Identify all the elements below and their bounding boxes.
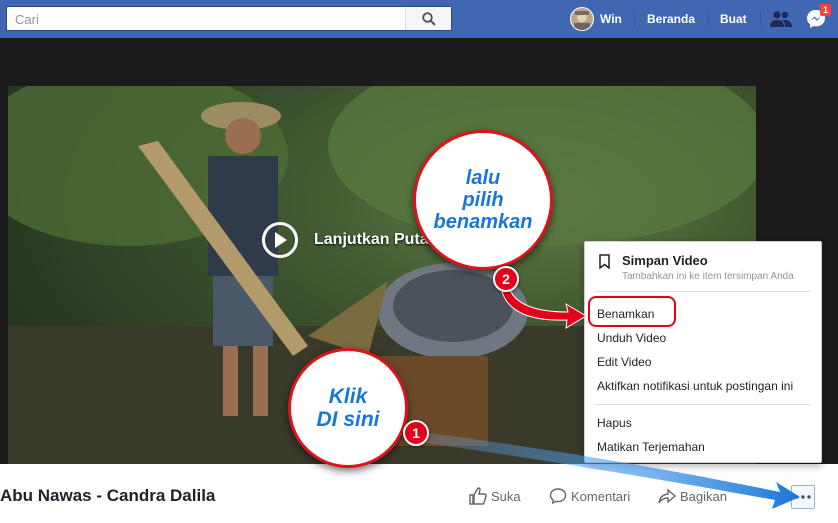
thumbs-up-icon: [469, 487, 487, 505]
nav-home[interactable]: Beranda: [647, 0, 695, 38]
comment-icon: [549, 488, 567, 505]
menu-divider: [595, 291, 811, 292]
annotation-bubble-choose-embed: lalu pilih benamkan: [413, 130, 553, 270]
bubble2-line1: lalu: [465, 167, 501, 189]
menu-item-download[interactable]: Unduh Video: [597, 331, 666, 345]
bookmark-icon: [599, 254, 610, 269]
embed-highlight-box: [588, 296, 676, 327]
messenger-badge: 1: [820, 4, 831, 16]
divider: [708, 12, 709, 27]
nav-create[interactable]: Buat: [720, 0, 747, 38]
annotation-bubble-click-here: Klik DI sini: [288, 348, 408, 468]
share-label: Bagikan: [680, 488, 727, 504]
user-name: Win: [600, 12, 622, 26]
video-title: Abu Nawas - Candra Dalila: [0, 486, 216, 505]
menu-item-notifications[interactable]: Aktifkan notifikasi untuk postingan ini: [597, 379, 793, 393]
divider: [634, 12, 635, 27]
profile-link[interactable]: Win: [570, 0, 622, 38]
menu-item-edit[interactable]: Edit Video: [597, 355, 652, 369]
play-icon: [275, 232, 287, 248]
like-label: Suka: [491, 488, 521, 504]
menu-item-delete[interactable]: Hapus: [597, 416, 632, 430]
more-dots-icon: [795, 495, 811, 499]
search-box: [6, 6, 452, 31]
search-button[interactable]: [405, 7, 451, 30]
top-navigation-bar: Win Beranda Buat 1: [0, 0, 838, 38]
share-button[interactable]: Bagikan: [658, 487, 727, 505]
step-number-1: 1: [403, 420, 429, 446]
friends-icon: [770, 11, 792, 27]
like-button[interactable]: Suka: [469, 487, 521, 505]
play-button[interactable]: [262, 222, 298, 258]
comment-button[interactable]: Komentari: [549, 487, 630, 505]
bubble2-line2: pilih: [462, 189, 504, 211]
menu-item-disable-translation[interactable]: Matikan Terjemahan: [597, 440, 705, 454]
share-icon: [658, 488, 676, 504]
bubble2-line3: benamkan: [433, 211, 533, 233]
step-number-2: 2: [493, 266, 519, 292]
video-options-menu: Simpan Video Tambahkan ini ke item tersi…: [584, 241, 822, 463]
comment-label: Komentari: [571, 488, 631, 504]
save-video-option[interactable]: Simpan Video: [622, 253, 708, 268]
save-video-description: Tambahkan ini ke item tersimpan Anda: [622, 271, 794, 282]
bubble1-line2: DI sini: [316, 408, 380, 431]
search-input[interactable]: [13, 9, 407, 30]
more-options-button[interactable]: [791, 485, 815, 509]
search-icon: [421, 11, 436, 26]
menu-divider: [595, 404, 811, 405]
divider: [760, 12, 761, 27]
avatar: [570, 7, 594, 31]
bubble1-line1: Klik: [328, 384, 368, 408]
friend-requests-button[interactable]: [770, 0, 792, 38]
